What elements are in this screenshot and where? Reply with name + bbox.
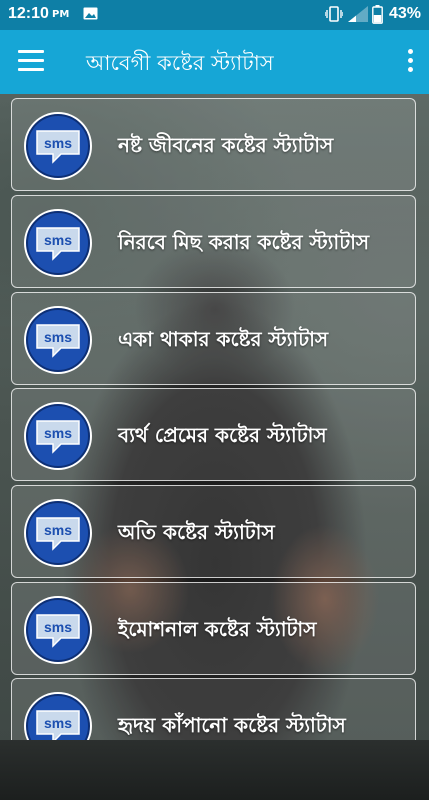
list-item-label: নষ্ট জীবনের কষ্টের স্ট্যাটাস bbox=[118, 132, 334, 157]
battery-percent: 43% bbox=[389, 5, 422, 22]
sms-icon: sms bbox=[24, 692, 92, 740]
sms-icon: sms bbox=[24, 306, 92, 374]
sms-icon: sms bbox=[24, 499, 92, 567]
sms-icon: sms bbox=[24, 112, 92, 180]
status-category-list[interactable]: sms নষ্ট জীবনের কষ্টের স্ট্যাটাস sms নির… bbox=[0, 94, 429, 740]
svg-text:sms: sms bbox=[44, 232, 72, 248]
svg-text:sms: sms bbox=[44, 715, 72, 731]
list-item[interactable]: sms ইমোশনাল কষ্টের স্ট্যাটাস bbox=[11, 582, 416, 675]
list-item[interactable]: sms ব্যর্থ প্রেমের কষ্টের স্ট্যাটাস bbox=[11, 388, 416, 481]
svg-text:sms: sms bbox=[44, 619, 72, 635]
list-item-label: নিরবে মিছ করার কষ্টের স্ট্যাটাস bbox=[118, 229, 370, 254]
sms-icon: sms bbox=[24, 596, 92, 664]
hamburger-menu-icon[interactable] bbox=[18, 50, 44, 72]
list-item[interactable]: sms অতি কষ্টের স্ট্যাটাস bbox=[11, 485, 416, 578]
svg-text:sms: sms bbox=[44, 135, 72, 151]
more-vert-icon[interactable] bbox=[400, 46, 420, 78]
list-item[interactable]: sms হৃদয় কাঁপানো কষ্টের স্ট্যাটাস bbox=[11, 678, 416, 740]
status-bar: 12:10 PM 43% bbox=[0, 0, 429, 30]
svg-text:sms: sms bbox=[44, 425, 72, 441]
list-item-label: ইমোশনাল কষ্টের স্ট্যাটাস bbox=[118, 616, 317, 641]
vibrate-icon bbox=[325, 6, 343, 22]
list-item[interactable]: sms একা থাকার কষ্টের স্ট্যাটাস bbox=[11, 292, 416, 385]
app-bar: আবেগী কষ্টের স্ট্যাটাস bbox=[0, 30, 429, 94]
svg-text:sms: sms bbox=[44, 329, 72, 345]
list-item-label: একা থাকার কষ্টের স্ট্যাটাস bbox=[118, 326, 329, 351]
battery-icon bbox=[372, 5, 383, 24]
svg-text:sms: sms bbox=[44, 522, 72, 538]
status-ampm: PM bbox=[52, 9, 70, 20]
page-title: আবেগী কষ্টের স্ট্যাটাস bbox=[86, 51, 274, 75]
list-item[interactable]: sms নষ্ট জীবনের কষ্টের স্ট্যাটাস bbox=[11, 98, 416, 191]
sms-icon: sms bbox=[24, 402, 92, 470]
sms-icon: sms bbox=[24, 209, 92, 277]
status-time: 12:10 bbox=[8, 5, 49, 22]
list-item-label: হৃদয় কাঁপানো কষ্টের স্ট্যাটাস bbox=[118, 712, 346, 737]
bottom-area bbox=[0, 740, 429, 800]
signal-icon bbox=[348, 6, 368, 22]
image-icon bbox=[83, 7, 98, 20]
list-item-label: অতি কষ্টের স্ট্যাটাস bbox=[118, 519, 275, 544]
list-item[interactable]: sms নিরবে মিছ করার কষ্টের স্ট্যাটাস bbox=[11, 195, 416, 288]
list-item-label: ব্যর্থ প্রেমের কষ্টের স্ট্যাটাস bbox=[118, 422, 327, 447]
